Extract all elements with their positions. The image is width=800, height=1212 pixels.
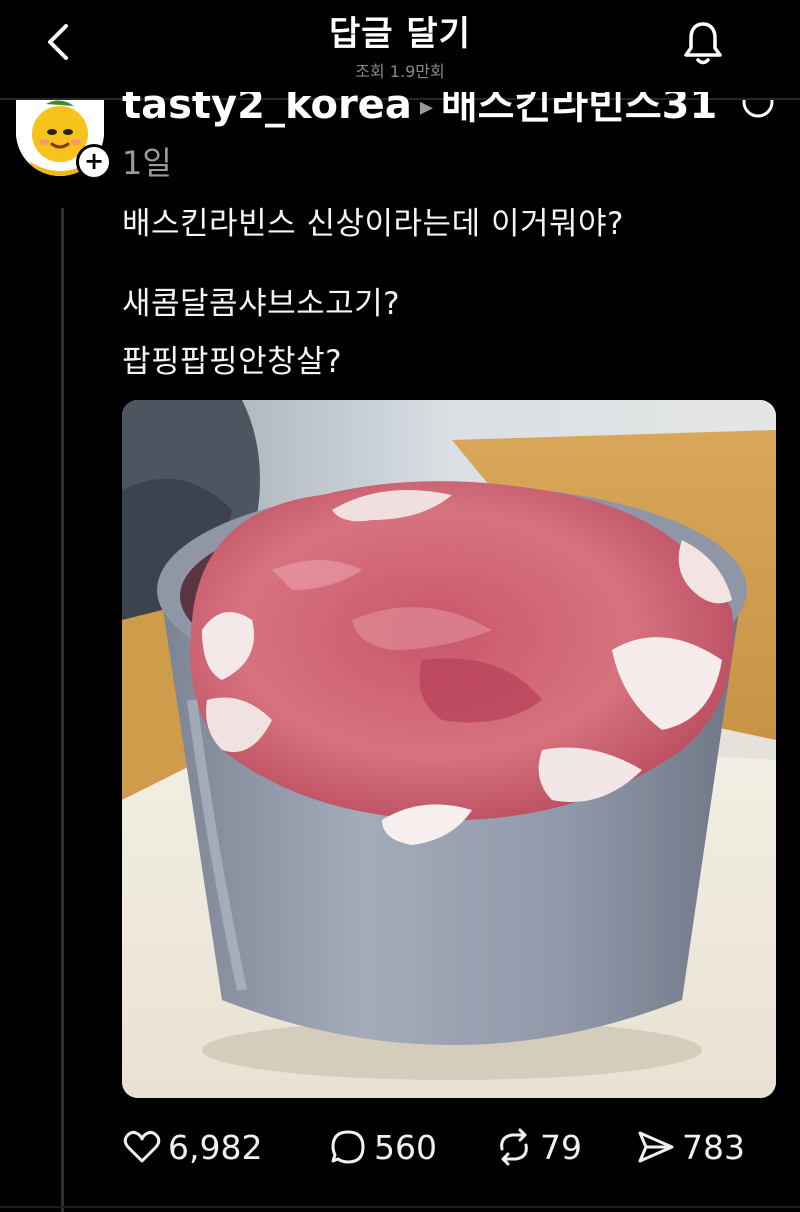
more-icon: [742, 100, 774, 118]
share-button[interactable]: 783: [636, 1124, 745, 1170]
reply-count: 560: [374, 1127, 437, 1167]
like-count: 6,982: [168, 1127, 263, 1167]
like-button[interactable]: 6,982: [122, 1124, 262, 1170]
repost-button[interactable]: 79: [494, 1124, 582, 1170]
heart-icon: [123, 1130, 161, 1163]
repost-icon: [500, 1128, 528, 1166]
post-text-line: 팝핑팝핑안창살?: [122, 344, 343, 380]
reply-arrow-icon: ▸: [419, 92, 433, 122]
share-count: 783: [682, 1127, 745, 1167]
more-options-button[interactable]: [740, 100, 776, 120]
post-image[interactable]: [122, 400, 776, 1098]
post-divider: [0, 1206, 800, 1208]
top-bar: 답글 달기 조회 1.9만회: [0, 0, 800, 92]
reply-button[interactable]: 560: [328, 1124, 437, 1170]
comment-icon: [331, 1130, 365, 1164]
follow-button[interactable]: +: [76, 144, 112, 180]
thread-line: [61, 208, 64, 1212]
post-text-line: 새콤달콤샤브소고기?: [122, 286, 401, 322]
post-timestamp: 1일: [122, 144, 172, 182]
repost-count: 79: [540, 1127, 582, 1167]
ice-cream-cup-photo: [122, 400, 776, 1098]
notification-button[interactable]: [680, 18, 726, 68]
post-text-line: 배스킨라빈스 신상이라는데 이거뭐야?: [122, 206, 624, 242]
bell-icon: [684, 22, 722, 65]
share-icon: [638, 1131, 674, 1163]
